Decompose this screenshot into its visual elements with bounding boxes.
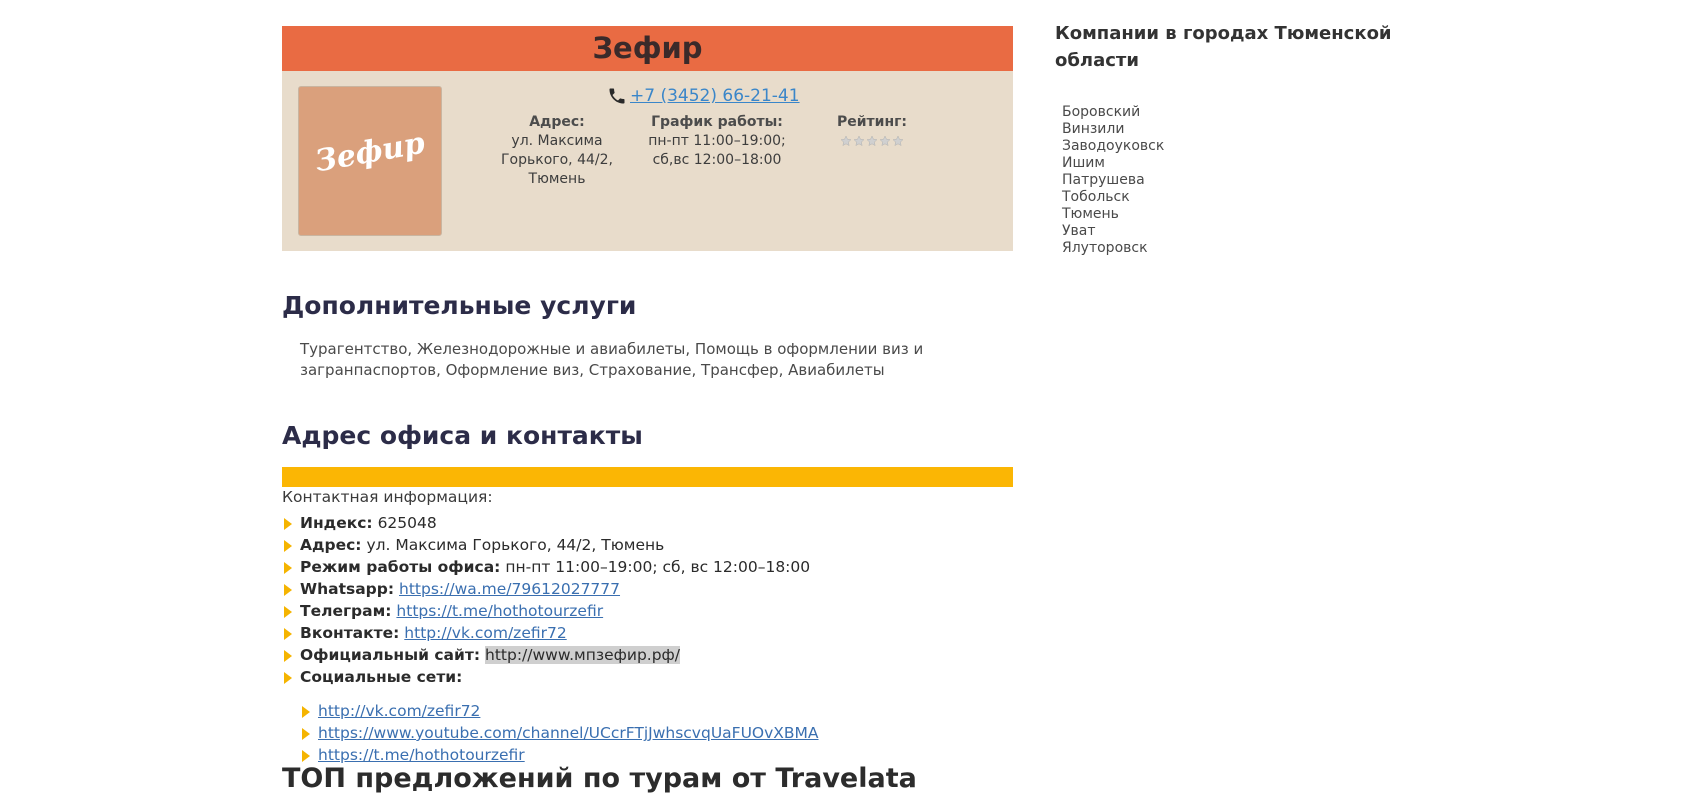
- bullet-arrow-icon: [284, 628, 292, 640]
- telegram-link[interactable]: https://t.me/hothotourzefir: [396, 602, 603, 620]
- rating-star-icon[interactable]: [879, 135, 891, 147]
- bullet-arrow-icon: [284, 584, 292, 596]
- rating-stars[interactable]: [812, 135, 932, 147]
- social-link-vk[interactable]: http://vk.com/zefir72: [318, 702, 480, 720]
- list-item: Адрес: ул. Максима Горького, 44/2, Тюмен…: [282, 534, 810, 556]
- address-line: ул. Максима: [511, 133, 603, 149]
- bullet-arrow-icon: [284, 606, 292, 618]
- index-label: Индекс:: [300, 514, 373, 532]
- bullet-arrow-icon: [302, 706, 310, 718]
- address-column: Адрес: ул. Максима Горького, 44/2, Тюмен…: [487, 113, 627, 189]
- bullet-arrow-icon: [284, 540, 292, 552]
- logo-text: Зефир: [312, 125, 428, 180]
- index-value: 625048: [377, 514, 437, 532]
- social-link-telegram[interactable]: https://t.me/hothotourzefir: [318, 746, 525, 764]
- company-name: Зефир: [592, 31, 703, 65]
- site-label: Официальный сайт:: [300, 646, 481, 664]
- services-heading: Дополнительные услуги: [282, 291, 637, 320]
- bullet-arrow-icon: [284, 672, 292, 684]
- bullet-arrow-icon: [302, 728, 310, 740]
- office-hours-value: пн-пт 11:00–19:00; сб, вс 12:00–18:00: [505, 558, 811, 576]
- address-label: Адрес:: [529, 114, 585, 130]
- address-line: Тюмень: [528, 171, 586, 187]
- list-item: http://vk.com/zefir72: [282, 700, 819, 722]
- list-item: Социальные сети:: [282, 666, 810, 688]
- hours-line: пн-пт 11:00–19:00;: [648, 133, 786, 149]
- whatsapp-label: Whatsapp:: [300, 580, 395, 598]
- hours-label: График работы:: [651, 114, 783, 130]
- social-links-list: http://vk.com/zefir72 https://www.youtub…: [282, 700, 819, 766]
- city-item[interactable]: Патрушева: [1062, 172, 1164, 189]
- phone-row: +7 (3452) 66-21-41: [607, 83, 800, 109]
- vk-label: Вконтакте:: [300, 624, 400, 642]
- city-item[interactable]: Тюмень: [1062, 206, 1164, 223]
- telegram-label: Телеграм:: [300, 602, 392, 620]
- bullet-arrow-icon: [284, 518, 292, 530]
- city-item[interactable]: Заводоуковск: [1062, 138, 1164, 155]
- vk-link[interactable]: http://vk.com/zefir72: [404, 624, 566, 642]
- social-link-youtube[interactable]: https://www.youtube.com/channel/UCcrFTjJ…: [318, 724, 819, 742]
- list-item: https://www.youtube.com/channel/UCcrFTjJ…: [282, 722, 819, 744]
- services-text: Турагентство, Железнодорожные и авиабиле…: [300, 340, 924, 379]
- company-logo[interactable]: Зефир: [298, 86, 442, 236]
- sidebar-title: Компании в городах Тюменской области: [1055, 23, 1392, 71]
- hours-column: График работы: пн-пт 11:00–19:00; сб,вс …: [642, 113, 792, 170]
- phone-link[interactable]: +7 (3452) 66-21-41: [630, 86, 800, 106]
- address-value: ул. Максима Горького, 44/2, Тюмень: [366, 536, 665, 554]
- address-label: Адрес:: [300, 536, 362, 554]
- list-item: Индекс: 625048: [282, 512, 810, 534]
- rating-column: Рейтинг:: [812, 113, 932, 147]
- rating-star-icon[interactable]: [866, 135, 878, 147]
- city-item[interactable]: Винзили: [1062, 121, 1164, 138]
- bullet-arrow-icon: [284, 650, 292, 662]
- phone-icon: [609, 88, 625, 104]
- address-line: Горького, 44/2,: [501, 152, 613, 168]
- city-item[interactable]: Ишим: [1062, 155, 1164, 172]
- list-item: Режим работы офиса: пн-пт 11:00–19:00; с…: [282, 556, 810, 578]
- office-hours-label: Режим работы офиса:: [300, 558, 501, 576]
- city-item[interactable]: Ялуторовск: [1062, 240, 1164, 257]
- whatsapp-link[interactable]: https://wa.me/79612027777: [399, 580, 620, 598]
- rating-label: Рейтинг:: [836, 114, 908, 130]
- contacts-list: Индекс: 625048 Адрес: ул. Максима Горько…: [282, 512, 810, 710]
- rating-star-icon[interactable]: [853, 135, 865, 147]
- company-card: Зефир Зефир +7 (3452) 66-21-41 Адрес: ул…: [282, 26, 1013, 251]
- rating-star-icon[interactable]: [840, 135, 852, 147]
- list-item: Официальный сайт: http://www.мпзефир.рф/: [282, 644, 810, 666]
- site-value[interactable]: http://www.мпзефир.рф/: [485, 646, 681, 664]
- city-item[interactable]: Боровский: [1062, 104, 1164, 121]
- contacts-heading: Адрес офиса и контакты: [282, 421, 643, 450]
- rating-star-icon[interactable]: [892, 135, 904, 147]
- bullet-arrow-icon: [302, 750, 310, 762]
- list-item: Вконтакте: http://vk.com/zefir72: [282, 622, 810, 644]
- accent-bar: [282, 467, 1013, 487]
- contact-info-title: Контактная информация:: [282, 488, 493, 506]
- bullet-arrow-icon: [284, 562, 292, 574]
- list-item: Whatsapp: https://wa.me/79612027777: [282, 578, 810, 600]
- social-label: Социальные сети:: [300, 668, 463, 686]
- city-item[interactable]: Уват: [1062, 223, 1164, 240]
- city-item[interactable]: Тобольск: [1062, 189, 1164, 206]
- hours-line: сб,вс 12:00–18:00: [652, 152, 782, 168]
- list-item: Телеграм: https://t.me/hothotourzefir: [282, 600, 810, 622]
- company-card-header: Зефир: [282, 26, 1013, 71]
- city-list: Боровский Винзили Заводоуковск Ишим Патр…: [1062, 104, 1164, 257]
